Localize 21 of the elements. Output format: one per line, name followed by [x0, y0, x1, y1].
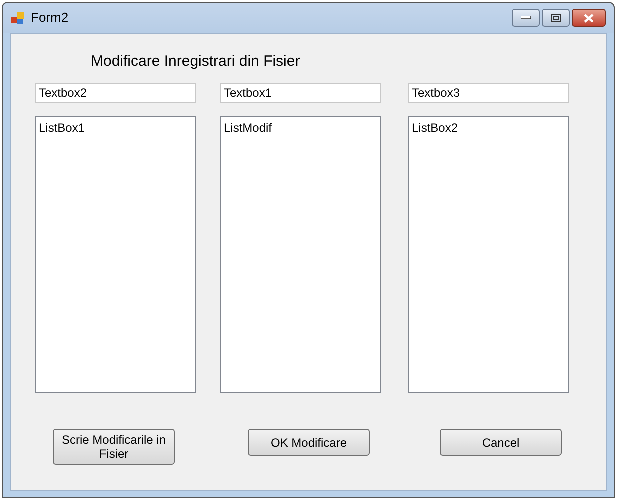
window-title: Form2	[31, 9, 69, 28]
text-field[interactable]: Textbox2	[35, 83, 196, 103]
list-item[interactable]: ListBox2	[412, 121, 458, 135]
action-button[interactable]: OK Modificare	[248, 429, 370, 456]
close-icon	[584, 14, 594, 22]
text-field[interactable]: Textbox1	[220, 83, 381, 103]
maximize-icon	[551, 14, 561, 22]
list-box[interactable]: ListBox1	[35, 116, 196, 393]
list-item[interactable]: ListBox1	[39, 121, 86, 135]
minimize-button[interactable]	[512, 9, 540, 27]
text-field[interactable]: Textbox3	[408, 83, 569, 103]
list-box[interactable]: ListBox2	[408, 116, 569, 393]
action-button[interactable]: Scrie Modificarile in Fisier	[53, 429, 175, 465]
action-button[interactable]: Cancel	[440, 429, 562, 456]
maximize-button[interactable]	[542, 9, 570, 27]
list-item[interactable]: ListModif	[224, 121, 272, 135]
minimize-icon	[521, 16, 531, 20]
heading-label: Modificare Inregistrari din Fisier	[91, 53, 300, 71]
list-box[interactable]: ListModif	[220, 116, 381, 393]
close-button[interactable]	[572, 9, 606, 27]
app-icon	[11, 11, 25, 25]
